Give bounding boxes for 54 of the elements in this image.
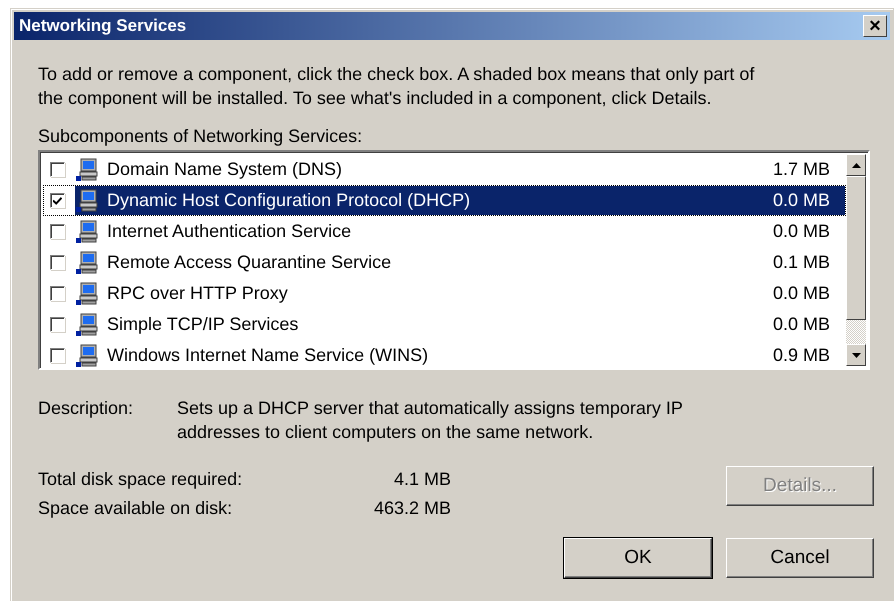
computer-icon	[75, 312, 99, 336]
computer-icon	[75, 282, 99, 306]
component-name: Windows Internet Name Service (WINS)	[107, 345, 430, 366]
component-size: 0.0 MB	[772, 221, 831, 242]
component-size: 0.0 MB	[772, 283, 831, 304]
disk-space-label: Total disk space required:	[38, 469, 244, 490]
component-size: 0.0 MB	[772, 314, 831, 335]
computer-icon	[75, 344, 99, 368]
component-name: Internet Authentication Service	[107, 221, 352, 242]
checkbox[interactable]	[50, 224, 65, 239]
component-row[interactable]: Remote Access Quarantine Service 0.1 MB	[43, 247, 846, 278]
component-row[interactable]: Simple TCP/IP Services 0.0 MB	[43, 309, 846, 340]
scroll-down-button[interactable]	[846, 344, 866, 366]
scroll-thumb[interactable]	[846, 176, 866, 320]
component-row[interactable]: Domain Name System (DNS) 1.7 MB	[43, 154, 846, 185]
component-name: Simple TCP/IP Services	[107, 314, 300, 335]
component-name: Domain Name System (DNS)	[107, 159, 344, 180]
component-size: 1.7 MB	[772, 159, 831, 180]
checkbox[interactable]	[50, 193, 65, 208]
computer-icon	[75, 158, 99, 182]
component-row[interactable]: Windows Internet Name Service (WINS) 0.9 MB	[43, 340, 846, 371]
check-icon	[53, 196, 62, 204]
scrollbar[interactable]	[846, 154, 866, 366]
computer-icon	[75, 250, 99, 274]
checkbox[interactable]	[50, 255, 65, 270]
scroll-up-button[interactable]	[846, 154, 866, 176]
component-row[interactable]: RPC over HTTP Proxy 0.0 MB	[43, 278, 846, 309]
description-label: Description:	[38, 397, 134, 420]
component-row[interactable]: Dynamic Host Configuration Protocol (DHCP) 0.0 MB	[43, 185, 846, 216]
component-size: 0.1 MB	[772, 252, 831, 273]
component-row[interactable]: Internet Authentication Service 0.0 MB	[43, 216, 846, 247]
cancel-button[interactable]: Cancel	[726, 538, 874, 578]
disk-space-label: Space available on disk:	[38, 498, 234, 519]
close-button[interactable]: ×	[863, 15, 887, 37]
component-name: Dynamic Host Configuration Protocol (DHCP)	[107, 190, 472, 211]
window-title: Networking Services	[19, 16, 186, 36]
ok-button[interactable]: OK	[564, 538, 712, 578]
component-name: RPC over HTTP Proxy	[107, 283, 289, 304]
list-label: Subcomponents of Networking Services:	[38, 126, 364, 146]
component-size: 0.0 MB	[772, 190, 831, 211]
computer-icon	[75, 220, 99, 244]
checkbox[interactable]	[50, 317, 65, 332]
checkbox[interactable]	[50, 286, 65, 301]
checkbox[interactable]	[50, 162, 65, 177]
description-text: Sets up a DHCP server that automatically assigns temporary IP addresses to client computers on the same network.	[177, 397, 684, 444]
disk-space-value: 4.1 MB	[392, 469, 451, 490]
up-arrow-icon	[852, 162, 860, 168]
disk-space-value: 463.2 MB	[372, 498, 451, 519]
component-size: 0.9 MB	[772, 345, 831, 366]
component-name: Remote Access Quarantine Service	[107, 252, 392, 273]
instruction-text: To add or remove a component, click the check box. A shaded box means that only part of the component will be installed. To see what's included in a component, click Details.	[38, 63, 756, 110]
down-arrow-icon	[852, 352, 860, 358]
computer-icon	[75, 188, 99, 212]
checkbox[interactable]	[50, 348, 65, 363]
